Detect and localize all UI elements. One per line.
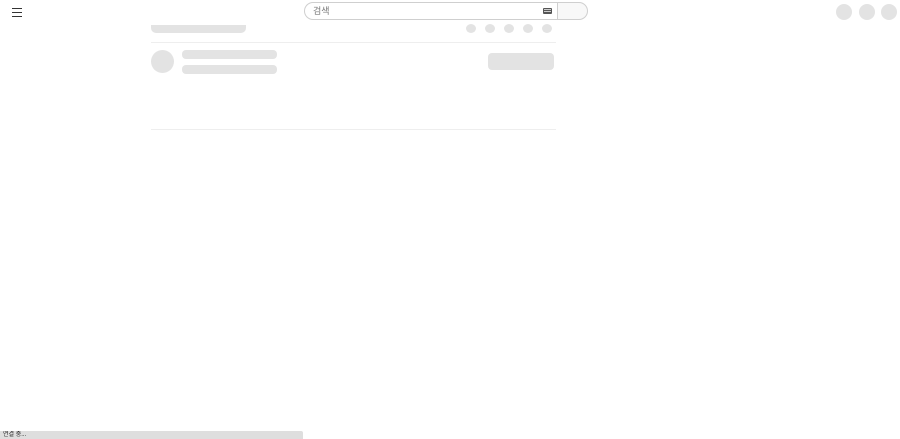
subscribe-button-placeholder[interactable]	[488, 53, 554, 70]
divider	[151, 129, 556, 130]
channel-subtitle-placeholder	[182, 65, 277, 74]
action-dot-placeholder	[523, 24, 533, 33]
menu-icon	[12, 7, 22, 9]
menu-button[interactable]	[8, 3, 26, 21]
keyboard-icon[interactable]	[543, 8, 552, 14]
action-dot-placeholder	[542, 24, 552, 33]
channel-name-placeholder	[182, 50, 277, 59]
action-dot-placeholder	[466, 24, 476, 33]
menu-icon-line	[12, 15, 22, 17]
search-input[interactable]	[305, 6, 533, 16]
search-box	[304, 2, 557, 20]
action-dot-placeholder	[504, 24, 514, 33]
header-action-placeholder-2[interactable]	[859, 4, 875, 20]
status-text: 연결 중...	[3, 432, 27, 438]
title-placeholder	[151, 25, 246, 33]
action-dot-placeholder	[485, 24, 495, 33]
channel-avatar-placeholder	[151, 50, 174, 73]
header-action-placeholder-1[interactable]	[836, 4, 852, 20]
avatar-placeholder[interactable]	[881, 4, 897, 20]
divider	[151, 42, 556, 43]
status-bar: 연결 중...	[0, 431, 303, 439]
menu-icon-line	[12, 11, 22, 13]
search-button[interactable]	[557, 2, 588, 20]
